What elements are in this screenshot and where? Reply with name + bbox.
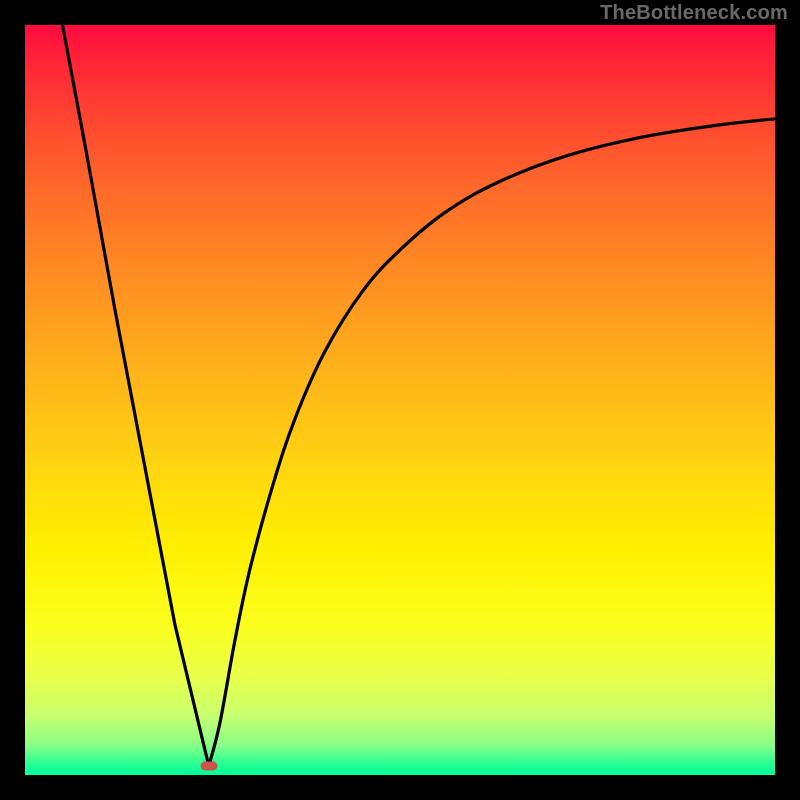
min-marker: [200, 762, 217, 771]
curve-right-branch: [209, 119, 775, 766]
curve-left-branch: [63, 25, 209, 766]
curve-svg: [25, 25, 775, 775]
chart-frame: TheBottleneck.com: [0, 0, 800, 800]
plot-area: [25, 25, 775, 775]
watermark-text: TheBottleneck.com: [600, 2, 788, 25]
